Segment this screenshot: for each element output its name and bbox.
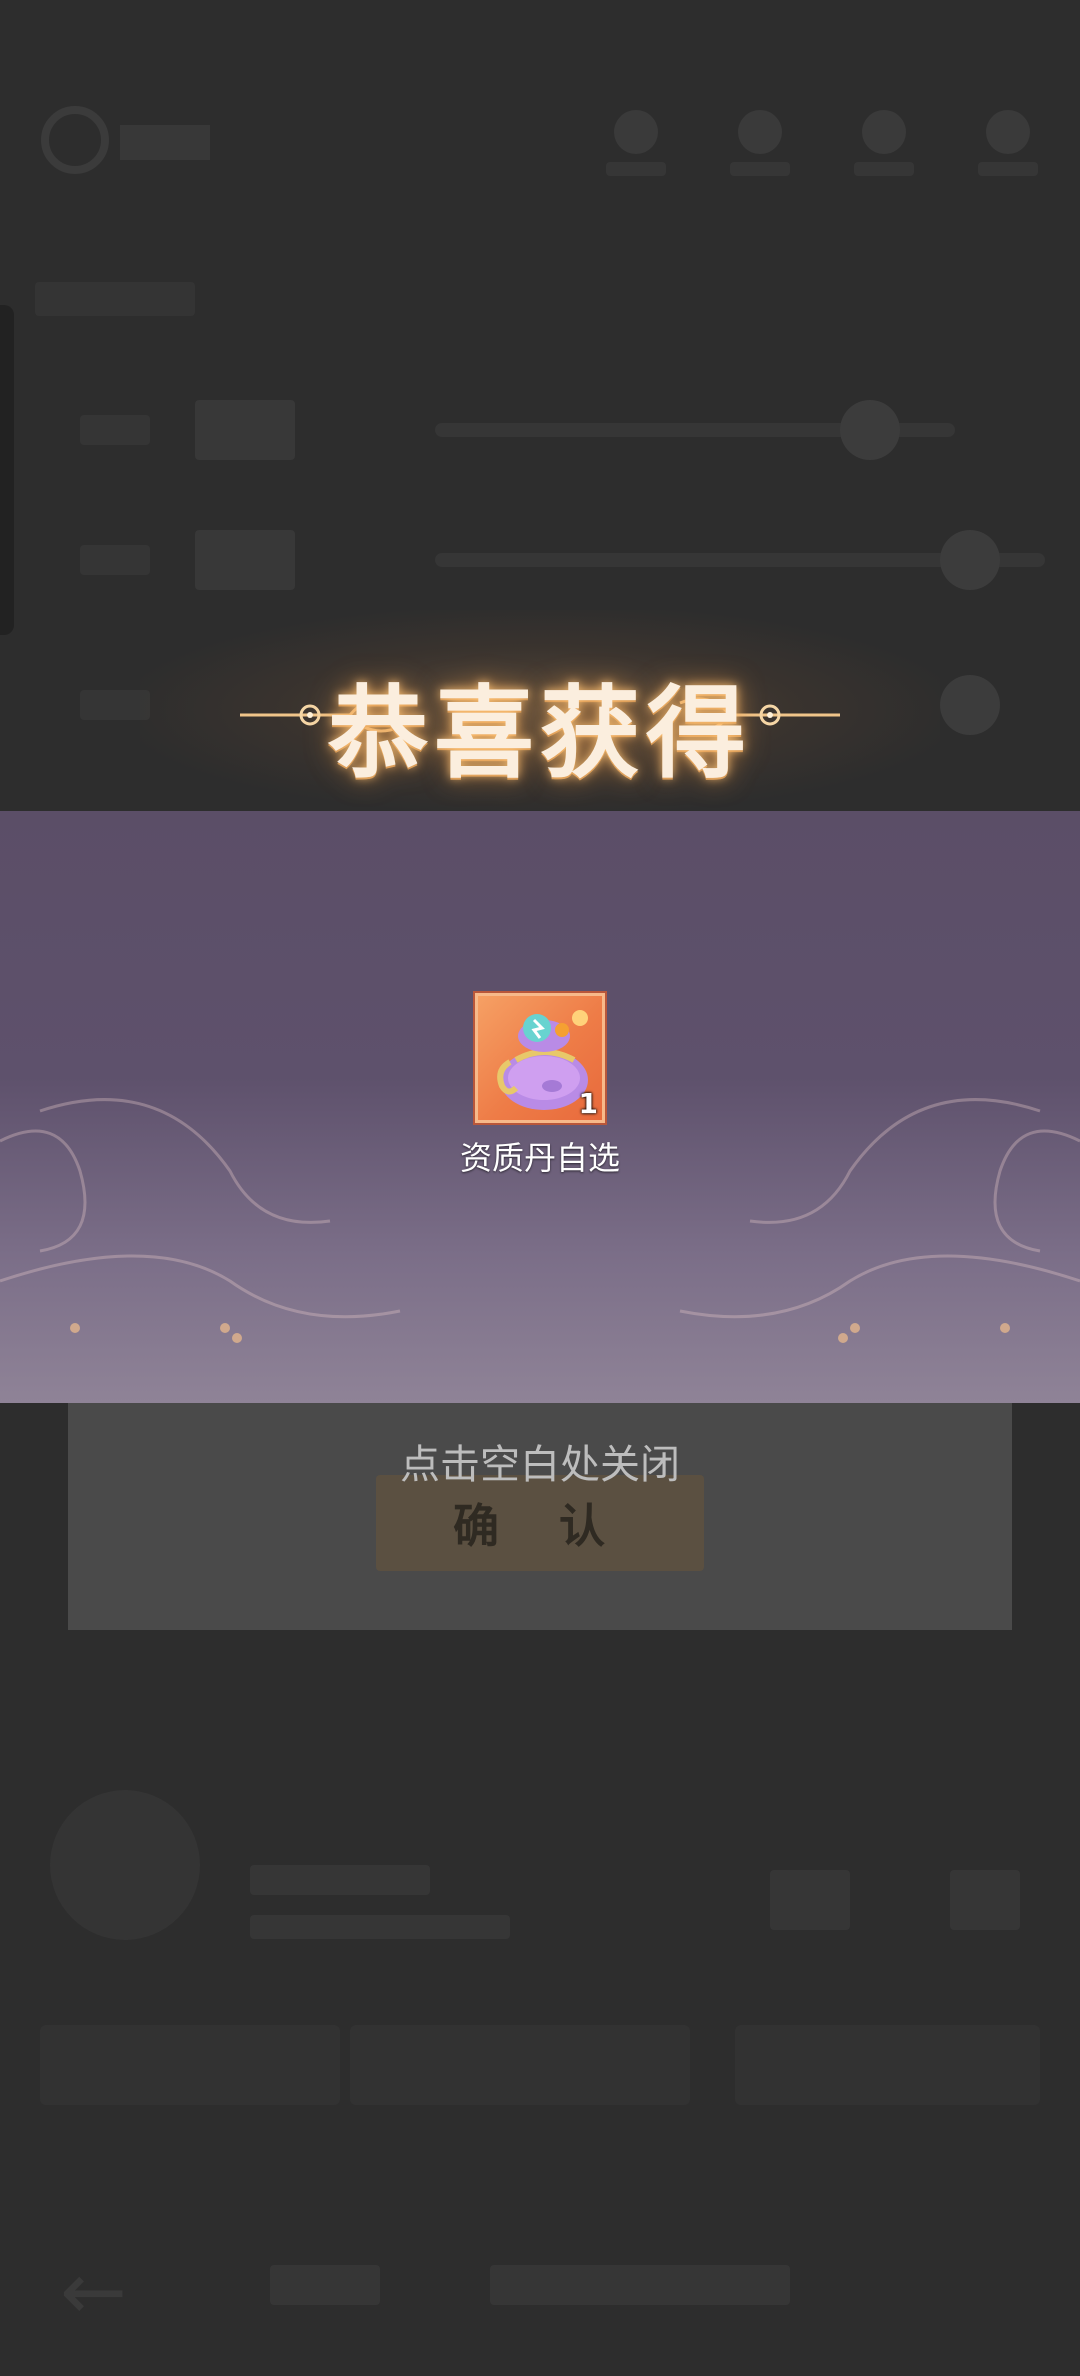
background-button (735, 2025, 1040, 2105)
top-icon-bar (604, 110, 1040, 190)
game-logo (35, 100, 225, 180)
background-avatar (50, 1790, 200, 1940)
reward-item[interactable]: 1 资质丹自选 (432, 993, 648, 1179)
background-button (350, 2025, 690, 2105)
background-icon (770, 1870, 850, 1930)
item-name: 资质丹自选 (459, 1139, 620, 1177)
reward-title: 恭喜获得 (328, 674, 752, 792)
background-icon (950, 1870, 1020, 1930)
setting-row (80, 395, 1020, 465)
screen: 确 认 ← 恭喜获得 1 资质丹自选 点击空白处关闭 (0, 0, 1080, 2376)
background-text (250, 1865, 430, 1895)
section-title (35, 282, 195, 316)
item-count: 1 (578, 1087, 598, 1120)
reward-title-banner: 恭喜获得 (0, 610, 1080, 810)
background-text (270, 2265, 380, 2305)
back-arrow-icon: ← (60, 2245, 128, 2338)
background-button (40, 2025, 340, 2105)
background-text (490, 2265, 790, 2305)
item-frame: 1 (475, 993, 605, 1123)
top-icon (604, 110, 668, 190)
setting-row (80, 525, 1045, 595)
top-icon (976, 110, 1040, 190)
background-text (250, 1915, 510, 1939)
top-icon (852, 110, 916, 190)
close-hint: 点击空白处关闭 (400, 1442, 680, 1488)
top-icon (728, 110, 792, 190)
side-tab (0, 305, 14, 635)
